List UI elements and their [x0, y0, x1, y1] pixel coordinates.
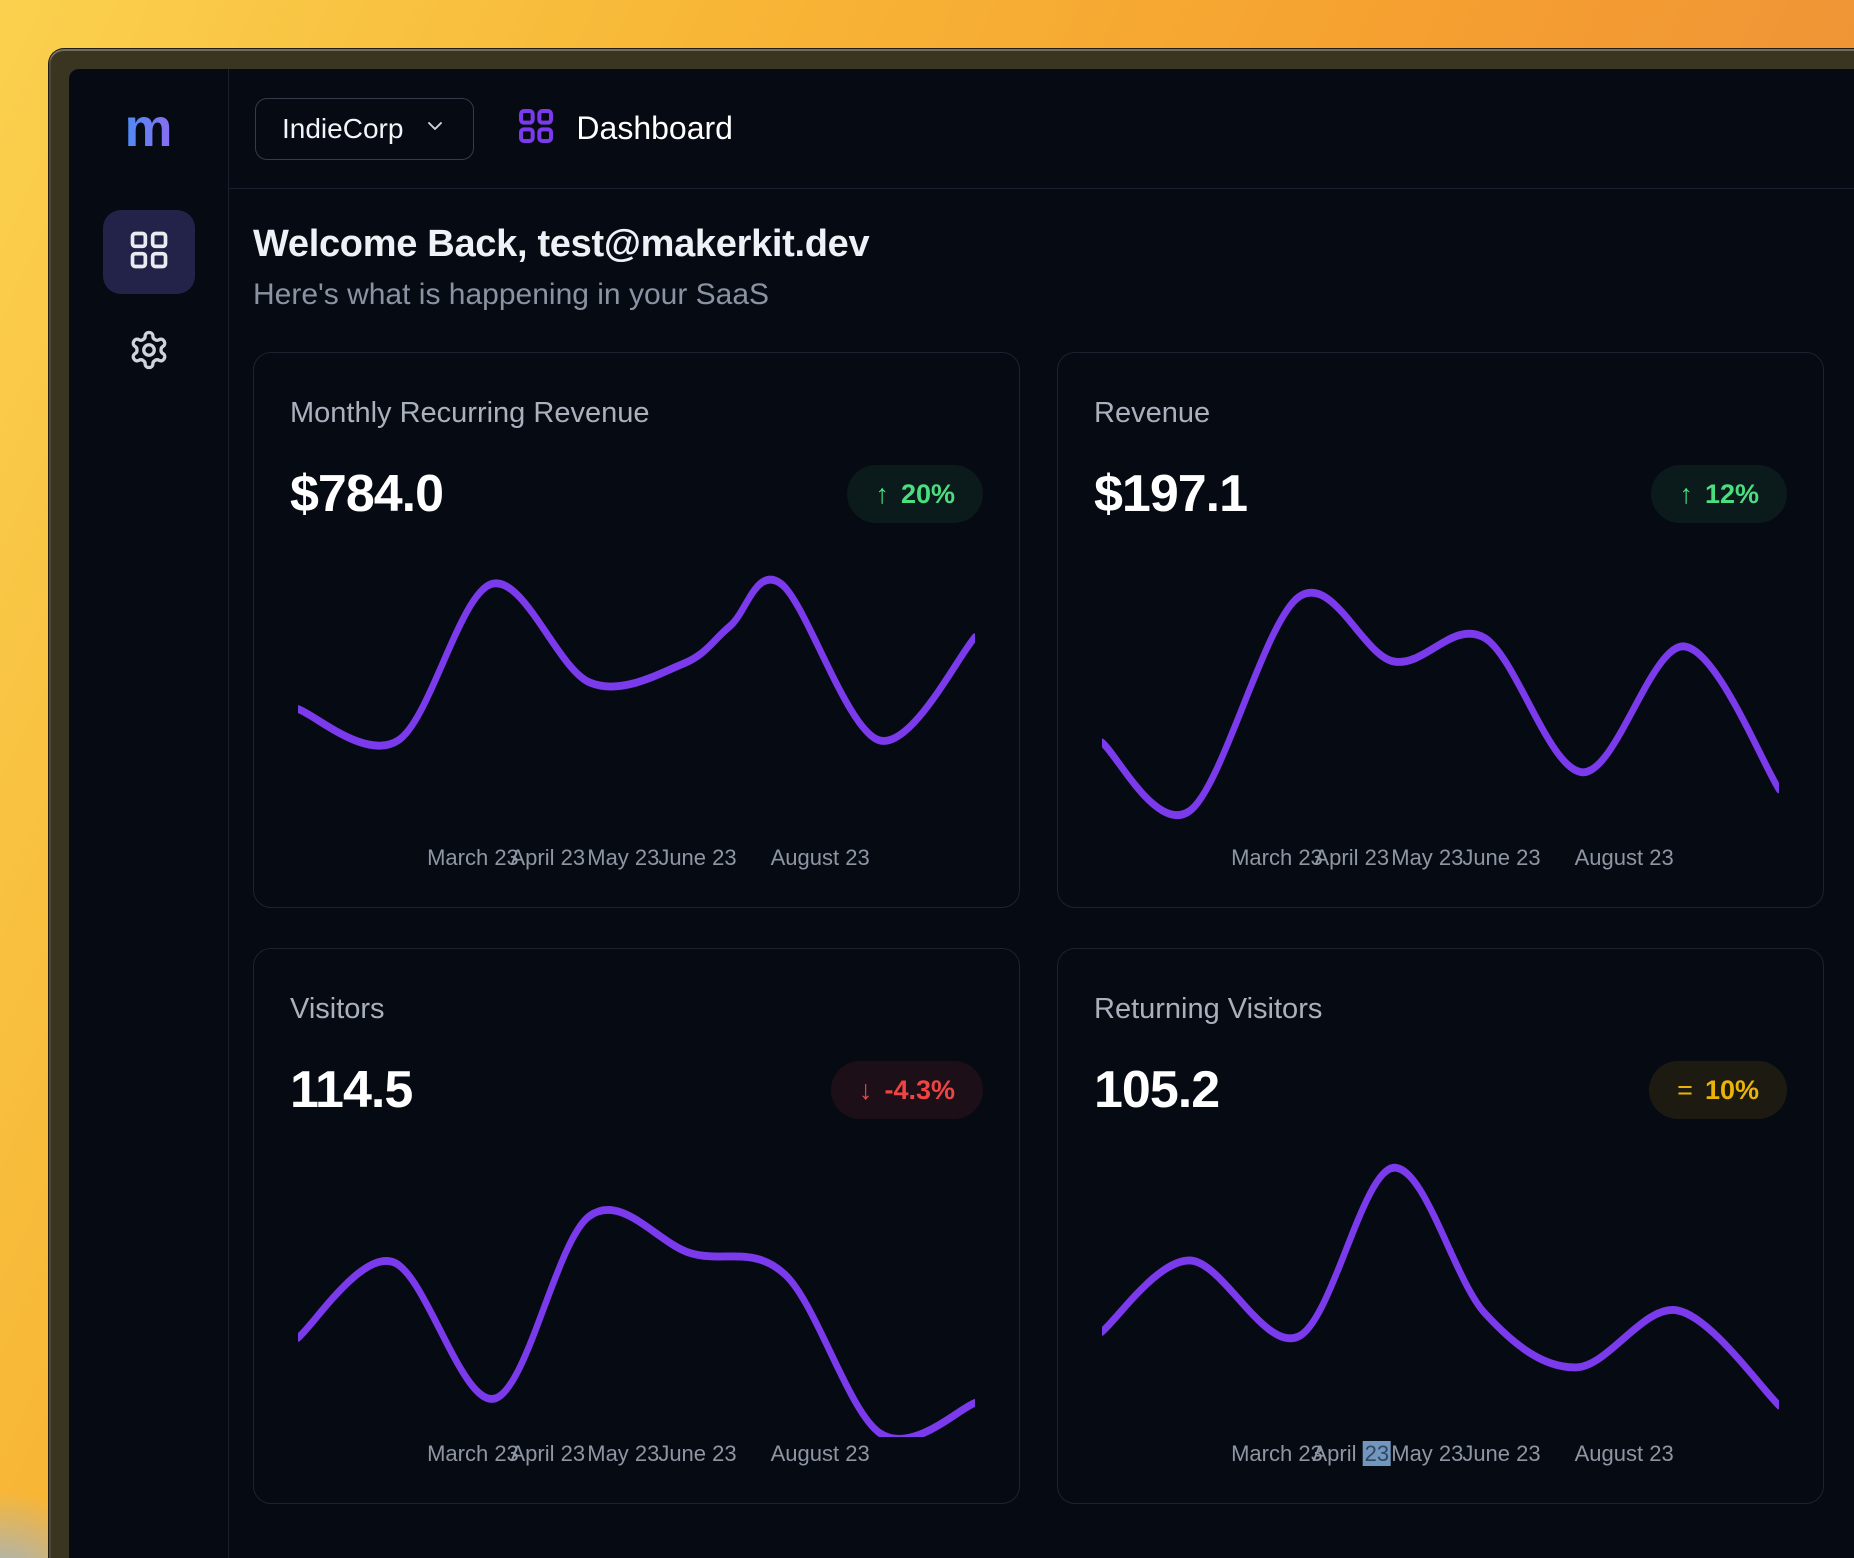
sidebar-item-settings[interactable] — [103, 322, 195, 382]
x-axis-tick: March 23 — [1231, 1441, 1323, 1467]
line-chart — [290, 1146, 983, 1437]
x-axis: March 23April 23May 23June 23 August 23 — [1094, 1441, 1787, 1475]
x-axis-tick: May 23 — [587, 1441, 659, 1467]
line-chart — [1094, 550, 1787, 841]
sidebar-item-dashboard[interactable] — [103, 210, 195, 294]
metric-value: 114.5 — [290, 1060, 412, 1120]
x-axis-tick: June 23 — [658, 1441, 736, 1467]
trend-arrow-icon: = — [1677, 1075, 1693, 1106]
x-axis-tick: June 23 — [658, 845, 736, 871]
org-switcher-label: IndieCorp — [282, 113, 403, 145]
trend-label: 10% — [1705, 1075, 1759, 1106]
x-axis-tick: March 23 — [427, 845, 519, 871]
card-title: Returning Visitors — [1094, 993, 1787, 1026]
chart-line — [298, 1210, 975, 1437]
x-axis-tick: August 23 — [771, 845, 870, 871]
value-row: $784.0 ↑ 20% — [290, 464, 983, 524]
trend-badge: ↑ 12% — [1651, 465, 1787, 523]
page-header: Dashboard — [516, 106, 733, 151]
metric-value: 105.2 — [1094, 1060, 1219, 1120]
x-axis-tick: August 23 — [1575, 845, 1674, 871]
desktop-wallpaper: m — [0, 0, 1854, 1558]
value-row: 105.2 = 10% — [1094, 1060, 1787, 1120]
x-axis-tick: June 23 — [1462, 845, 1540, 871]
layout-grid-icon — [516, 106, 556, 151]
trend-arrow-icon: ↑ — [875, 479, 889, 510]
card-monthly-recurring-revenue: Monthly Recurring Revenue $784.0 ↑ 20% — [253, 352, 1020, 908]
x-axis-tick: May 23 — [1391, 1441, 1463, 1467]
x-axis-tick-selection: 23 — [1363, 1441, 1391, 1466]
org-switcher-button[interactable]: IndieCorp — [255, 98, 474, 160]
card-returning-visitors: Returning Visitors 105.2 = 10% — [1057, 948, 1824, 1504]
page-title: Dashboard — [576, 110, 733, 147]
value-row: $197.1 ↑ 12% — [1094, 464, 1787, 524]
trend-label: -4.3% — [884, 1075, 955, 1106]
welcome-subheading: Here's what is happening in your SaaS — [253, 278, 1824, 312]
card-title: Monthly Recurring Revenue — [290, 397, 983, 430]
trend-arrow-icon: ↑ — [1679, 479, 1693, 510]
line-chart — [1094, 1146, 1787, 1437]
x-axis-tick: April 23 — [510, 845, 585, 871]
trend-label: 20% — [901, 479, 955, 510]
app-window: m — [48, 48, 1854, 1558]
trend-label: 12% — [1705, 479, 1759, 510]
chart-line — [1102, 1168, 1779, 1406]
line-chart — [290, 550, 983, 841]
card-title: Revenue — [1094, 397, 1787, 430]
x-axis: March 23April 23May 23June 23 August 23 — [290, 1441, 983, 1475]
x-axis-tick: August 23 — [1575, 1441, 1674, 1467]
x-axis-tick: May 23 — [587, 845, 659, 871]
gear-icon — [128, 329, 170, 376]
card-visitors: Visitors 114.5 ↓ -4.3% — [253, 948, 1020, 1504]
card-title: Visitors — [290, 993, 983, 1026]
stats-grid: Monthly Recurring Revenue $784.0 ↑ 20% — [253, 352, 1824, 1504]
x-axis: March 23April 23May 23June 23 August 23 — [290, 845, 983, 879]
card-revenue: Revenue $197.1 ↑ 12% — [1057, 352, 1824, 908]
chart-line — [1102, 593, 1779, 816]
dashboard-content: Welcome Back, test@makerkit.dev Here's w… — [229, 189, 1854, 1558]
x-axis-tick: March 23 — [1231, 845, 1323, 871]
chevron-down-icon — [423, 113, 447, 145]
trend-badge: = 10% — [1649, 1061, 1787, 1119]
x-axis-tick: March 23 — [427, 1441, 519, 1467]
trend-badge: ↑ 20% — [847, 465, 983, 523]
layout-grid-icon — [127, 228, 171, 277]
makerkit-logo[interactable]: m — [124, 99, 172, 158]
app-root: m — [69, 69, 1854, 1558]
trend-badge: ↓ -4.3% — [831, 1061, 983, 1119]
x-axis-tick: April 23 — [1314, 845, 1389, 871]
x-axis-tick: April 23 — [510, 1441, 585, 1467]
metric-value: $784.0 — [290, 464, 443, 524]
x-axis-tick: April 23 — [1312, 1441, 1391, 1467]
x-axis-tick: June 23 — [1462, 1441, 1540, 1467]
topbar: IndieCorp — [229, 69, 1854, 189]
sidebar: m — [69, 69, 229, 1558]
value-row: 114.5 ↓ -4.3% — [290, 1060, 983, 1120]
x-axis-tick: August 23 — [771, 1441, 870, 1467]
main-column: IndieCorp — [229, 69, 1854, 1558]
trend-arrow-icon: ↓ — [859, 1075, 873, 1106]
welcome-heading: Welcome Back, test@makerkit.dev — [253, 223, 1824, 266]
metric-value: $197.1 — [1094, 464, 1247, 524]
chart-line — [298, 580, 975, 746]
x-axis-tick-text: April — [1312, 1441, 1362, 1466]
x-axis: March 23April 23May 23June 23 August 23 — [1094, 845, 1787, 879]
x-axis-tick: May 23 — [1391, 845, 1463, 871]
